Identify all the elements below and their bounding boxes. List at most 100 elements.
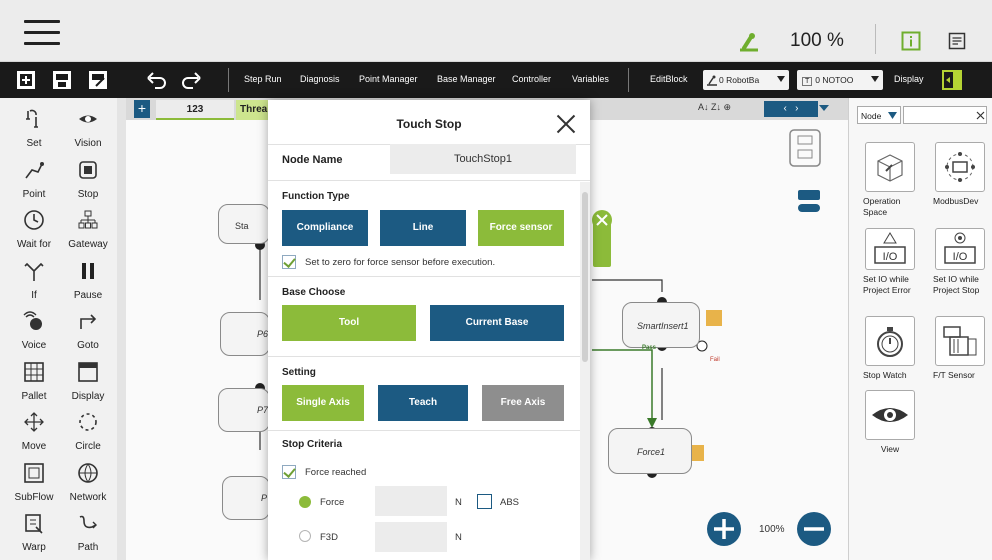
robot-status-icon[interactable] — [736, 28, 762, 54]
f3d-radio[interactable] — [299, 530, 311, 542]
flow-node-p[interactable]: P — [222, 476, 270, 520]
node-ft-sensor[interactable]: F/T Sensor — [929, 316, 991, 381]
point-manager-button[interactable]: Point Manager — [359, 74, 418, 84]
save-as-icon[interactable] — [86, 68, 110, 92]
clear-icon[interactable] — [976, 111, 985, 120]
move-icon — [24, 412, 44, 432]
line-button[interactable]: Line — [380, 210, 466, 246]
force-reached-label: Force reached — [305, 467, 367, 478]
flow-node-smartinsert[interactable]: SmartInsert1 — [622, 302, 700, 348]
voice-icon — [23, 311, 42, 330]
add-tab-button[interactable]: + — [134, 100, 150, 118]
node-name-field[interactable]: TouchStop1 — [390, 144, 576, 174]
chevron-down-icon[interactable] — [818, 104, 830, 112]
palette-item-move[interactable]: Move — [8, 404, 60, 454]
flow-node-p6[interactable]: P6 — [220, 312, 270, 356]
palette-item-gateway[interactable]: Gateway — [62, 202, 114, 252]
pallet-icon — [24, 361, 44, 382]
compliance-button[interactable]: Compliance — [282, 210, 368, 246]
palette-item-label: Stop — [77, 188, 99, 200]
zero-force-checkbox[interactable] — [282, 255, 296, 269]
divider — [875, 24, 876, 54]
node-modbusdev[interactable]: ModbusDev — [929, 142, 991, 207]
node-set-io-error[interactable]: I/O Set IO while Project Error — [859, 228, 921, 296]
node-search-input[interactable] — [903, 106, 987, 124]
flow-node-start[interactable]: Sta — [218, 204, 270, 244]
tool-badge: T — [802, 77, 813, 86]
palette-item-point[interactable]: Point — [8, 152, 60, 202]
path-icon — [79, 515, 97, 529]
close-icon[interactable] — [556, 114, 576, 134]
sidebar-scrollbar[interactable] — [117, 98, 126, 560]
stopwatch-icon — [865, 316, 915, 366]
palette-item-subflow[interactable]: SubFlow — [8, 455, 60, 505]
palette-item-circle[interactable]: Circle — [62, 404, 114, 454]
node-operation-space[interactable]: Operation Space — [859, 142, 921, 218]
base-manager-button[interactable]: Base Manager — [437, 74, 496, 84]
flow-node-force[interactable]: Force1 — [608, 428, 692, 474]
palette-item-pause[interactable]: Pause — [62, 253, 114, 303]
node-stop-watch[interactable]: Stop Watch — [859, 316, 921, 381]
zoom-in-icon[interactable] — [706, 511, 742, 547]
display-button[interactable]: Display — [894, 74, 924, 84]
force-value-input[interactable] — [375, 486, 447, 516]
current-base-button[interactable]: Current Base — [430, 305, 564, 341]
chevron-down-icon — [777, 76, 785, 82]
gateway-icon — [78, 210, 98, 229]
diagnosis-button[interactable]: Diagnosis — [300, 74, 340, 84]
redo-icon[interactable] — [180, 68, 204, 92]
palette-item-vision[interactable]: Vision — [62, 101, 114, 151]
force-radio[interactable] — [299, 496, 311, 508]
io-error-icon: I/O — [865, 228, 915, 270]
node-filter-dropdown[interactable]: Node — [857, 106, 901, 124]
palette-item-warp[interactable]: Warp — [8, 505, 60, 555]
palette-item-pallet[interactable]: Pallet — [8, 354, 60, 404]
palette-item-wait-for[interactable]: Wait for — [8, 202, 60, 252]
palette-item-display[interactable]: Display — [62, 354, 114, 404]
palette-item-label: Circle — [75, 441, 101, 452]
teach-button[interactable]: Teach — [378, 385, 468, 421]
new-project-icon[interactable] — [14, 68, 38, 92]
svg-text:I/O: I/O — [883, 251, 898, 263]
node-view[interactable]: View — [859, 390, 921, 455]
palette-item-path[interactable]: Path — [62, 505, 114, 555]
force-label: Force — [320, 497, 345, 508]
palette-item-stop[interactable]: Stop — [62, 152, 114, 202]
palette-item-voice[interactable]: Voice — [8, 303, 60, 353]
controller-button[interactable]: Controller — [512, 74, 551, 84]
dialog-scrollbar[interactable] — [580, 182, 590, 560]
step-run-button[interactable]: Step Run — [244, 74, 282, 84]
robot-base-dropdown[interactable]: 0 RobotBa — [703, 70, 789, 90]
palette-item-goto[interactable]: Goto — [62, 303, 114, 353]
layout-toggle-icon[interactable] — [940, 68, 964, 92]
palette-item-label: If — [31, 289, 37, 301]
abs-checkbox[interactable] — [477, 494, 492, 509]
zoom-out-icon[interactable] — [796, 511, 832, 547]
palette-item-if[interactable]: If — [8, 253, 60, 303]
variables-button[interactable]: Variables — [572, 74, 609, 84]
palette-item-network[interactable]: Network — [62, 455, 114, 505]
editblock-button[interactable]: EditBlock — [650, 74, 688, 84]
abs-label: ABS — [500, 497, 520, 508]
pause-icon — [82, 262, 94, 279]
sort-icon[interactable]: A↓ Z↓ ⊕ — [698, 102, 731, 113]
free-axis-button[interactable]: Free Axis — [482, 385, 564, 421]
save-icon[interactable] — [50, 68, 74, 92]
ft-sensor-icon — [935, 316, 985, 366]
tool-button[interactable]: Tool — [282, 305, 416, 341]
force-sensor-button[interactable]: Force sensor — [478, 210, 564, 246]
tab-123[interactable]: 123 — [156, 100, 234, 120]
tab-nav-arrows[interactable]: ‹ › — [764, 101, 818, 117]
menu-icon[interactable] — [24, 20, 60, 46]
single-axis-button[interactable]: Single Axis — [282, 385, 364, 421]
tool-dropdown[interactable]: T0 NOTOO — [797, 70, 883, 90]
robot-base-value: 0 RobotBa — [719, 75, 760, 85]
info-icon[interactable] — [901, 31, 921, 51]
palette-item-set[interactable]: Set — [8, 101, 60, 151]
undo-icon[interactable] — [144, 68, 168, 92]
force-reached-checkbox[interactable] — [282, 465, 296, 479]
flow-node-p7[interactable]: P7 — [218, 388, 270, 432]
f3d-value-input[interactable] — [375, 522, 447, 552]
log-icon[interactable] — [948, 32, 966, 50]
node-set-io-stop[interactable]: I/O Set IO while Project Stop — [929, 228, 991, 296]
